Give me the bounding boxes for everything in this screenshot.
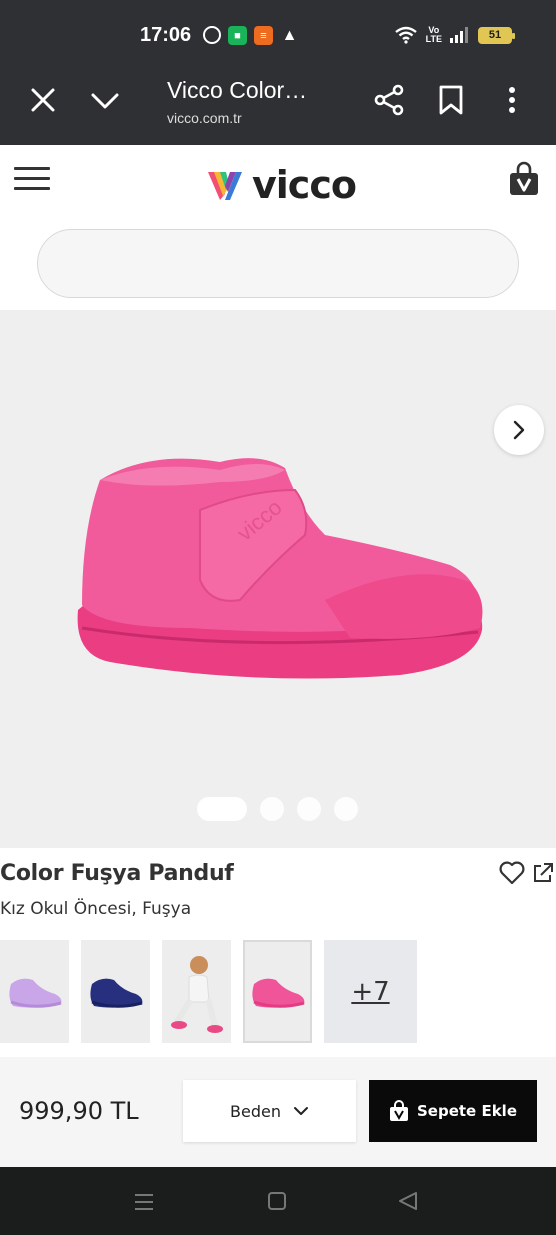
variant-thumb-model[interactable] <box>162 940 231 1043</box>
home-icon[interactable] <box>267 1191 287 1211</box>
gallery-dot-1[interactable] <box>197 797 247 821</box>
model-girl-thumb-image <box>170 955 223 1033</box>
product-title: Color Fuşya Panduf <box>0 861 234 886</box>
navy-slipper-thumb-image <box>89 978 142 1008</box>
product-subtitle: Kız Okul Öncesi, Fuşya <box>0 899 192 919</box>
volte-icon: Vo LTE <box>425 25 442 44</box>
orange-app-icon: ≡ <box>254 26 273 45</box>
shopping-bag-icon[interactable] <box>508 161 540 197</box>
share-icon[interactable] <box>373 84 405 116</box>
chevron-down-icon <box>293 1107 308 1115</box>
vicco-logo-mark <box>208 172 242 200</box>
gallery-dot-3[interactable] <box>297 797 321 821</box>
site-header: vicco <box>0 145 556 310</box>
status-app-icons: ■ ≡ ▲ <box>203 26 299 45</box>
search-input[interactable] <box>38 230 518 297</box>
chevron-right-icon <box>513 420 525 440</box>
a-icon: ▲ <box>281 26 298 44</box>
size-select-label: Beden <box>230 1101 281 1121</box>
variant-thumbnails: +7 <box>0 940 417 1043</box>
search-bar[interactable] <box>37 229 519 298</box>
logo-text: vicco <box>252 163 357 207</box>
browser-page-title[interactable]: Vicco Color… <box>167 77 307 104</box>
status-indicators: Vo LTE 51 <box>394 25 515 44</box>
more-vertical-icon[interactable] <box>502 84 522 116</box>
gallery-dot-4[interactable] <box>334 797 358 821</box>
gallery-dot-2[interactable] <box>260 797 284 821</box>
recent-apps-icon[interactable] <box>134 1193 154 1211</box>
battery-icon: 51 <box>478 26 515 44</box>
add-to-cart-label: Sepete Ekle <box>417 1102 517 1120</box>
gallery-next-button[interactable] <box>494 405 544 455</box>
whatsapp-icon <box>203 26 221 44</box>
back-icon[interactable] <box>398 1191 418 1211</box>
shopping-bag-icon <box>390 1100 408 1121</box>
variant-thumb-lilac[interactable] <box>0 940 69 1043</box>
more-variants-button[interactable]: +7 <box>324 940 417 1043</box>
vicco-logo[interactable]: vicco <box>206 163 357 207</box>
product-image-gallery[interactable]: vicco <box>0 310 556 848</box>
close-icon[interactable] <box>30 87 56 113</box>
variant-thumb-fuchsia-selected[interactable] <box>243 940 312 1043</box>
status-bar: 17:06 ■ ≡ ▲ Vo LTE 51 <box>0 0 556 70</box>
heart-icon[interactable] <box>499 861 525 885</box>
chevron-down-icon[interactable] <box>90 89 120 113</box>
signal-icon <box>450 27 468 43</box>
product-image-pink-slipper: vicco <box>77 458 483 679</box>
external-share-icon[interactable] <box>532 862 554 884</box>
status-time: 17:06 <box>140 24 192 46</box>
product-price: 999,90 TL <box>19 1097 139 1125</box>
messages-icon: ■ <box>228 26 247 45</box>
lilac-slipper-thumb-image <box>8 978 61 1008</box>
fuchsia-slipper-thumb-image <box>251 978 304 1008</box>
bookmark-icon[interactable] <box>438 84 464 116</box>
browser-toolbar: Vicco Color… vicco.com.tr <box>0 70 556 145</box>
wifi-icon <box>394 26 417 44</box>
hamburger-menu-icon[interactable] <box>14 167 50 193</box>
buy-bar: 999,90 TL Beden Sepete Ekle <box>0 1057 556 1167</box>
variant-thumb-navy[interactable] <box>81 940 150 1043</box>
add-to-cart-button[interactable]: Sepete Ekle <box>369 1080 537 1142</box>
android-navigation-bar <box>0 1167 556 1235</box>
browser-url[interactable]: vicco.com.tr <box>167 110 242 126</box>
gallery-pagination <box>197 797 358 821</box>
size-select-button[interactable]: Beden <box>183 1080 356 1142</box>
